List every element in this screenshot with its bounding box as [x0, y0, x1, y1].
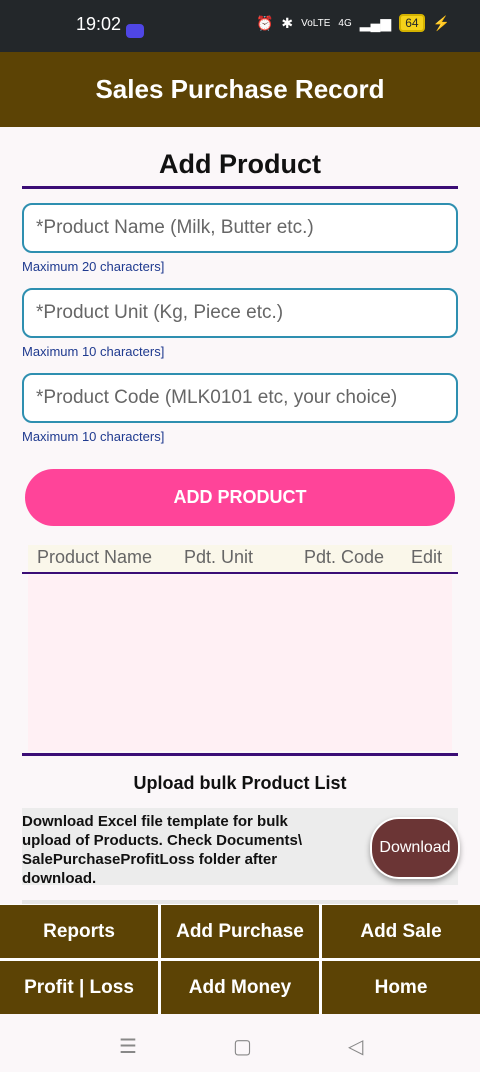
product-unit-placeholder: *Product Unit (Kg, Piece etc.) [36, 302, 284, 323]
product-code-field[interactable]: *Product Code (MLK0101 etc, your choice) [22, 373, 458, 423]
table-header-divider [22, 572, 458, 574]
upload-title: Upload bulk Product List [133, 773, 347, 793]
download-description: Download Excel file template for bulk up… [22, 813, 303, 887]
product-table-body[interactable] [28, 575, 452, 751]
system-navigation-bar: ☰ ▢ ◁ [0, 1014, 480, 1072]
menu-icon[interactable]: ☰ [119, 1034, 137, 1059]
status-icons: ⏰ ✱ VoLTE 4G ▂▄▆ 64 ⚡ [256, 14, 450, 32]
charging-icon: ⚡ [432, 14, 450, 31]
status-time: 19:02 [76, 14, 122, 34]
nav-add-sale-button[interactable]: Add Sale [322, 905, 480, 958]
alarm-icon: ⏰ [255, 14, 274, 31]
product-name-hint: Maximum 20 characters] [22, 259, 165, 274]
product-name-field[interactable]: *Product Name (Milk, Butter etc.) [22, 203, 458, 253]
nav-profit-loss-button[interactable]: Profit | Loss [0, 961, 158, 1014]
notification-app-icon [126, 24, 144, 38]
title-divider [22, 186, 458, 189]
column-edit: Edit [411, 547, 443, 567]
battery-indicator: 64 [399, 14, 425, 32]
app-bar: Sales Purchase Record [0, 52, 480, 127]
column-product-name: Product Name [37, 547, 153, 567]
add-product-button[interactable]: ADD PRODUCT [25, 469, 455, 526]
nav-add-purchase-button[interactable]: Add Purchase [161, 905, 319, 958]
product-unit-hint: Maximum 10 characters] [22, 344, 165, 359]
product-name-placeholder: *Product Name (Milk, Butter etc.) [36, 217, 314, 238]
network-label: 4G [338, 17, 352, 29]
bluetooth-icon: ✱ [281, 14, 294, 31]
bottom-nav: Reports Add Purchase Add Sale Profit | L… [0, 904, 480, 1014]
signal-icon: ▂▄▆ [359, 14, 392, 31]
nav-reports-button[interactable]: Reports [0, 905, 158, 958]
page-title: Add Product [159, 149, 321, 179]
download-template-card: Download Excel file template for bulk up… [22, 808, 460, 887]
product-unit-field[interactable]: *Product Unit (Kg, Piece etc.) [22, 288, 458, 338]
main-content: Add Product *Product Name (Milk, Butter … [0, 127, 480, 906]
product-code-hint: Maximum 10 characters] [22, 429, 165, 444]
product-code-placeholder: *Product Code (MLK0101 etc, your choice) [36, 387, 398, 408]
back-triangle-icon[interactable]: ◁ [348, 1034, 363, 1059]
column-product-code: Pdt. Code [304, 547, 385, 567]
nav-home-button[interactable]: Home [322, 961, 480, 1014]
column-product-unit: Pdt. Unit [184, 547, 254, 567]
home-square-icon[interactable]: ▢ [233, 1034, 252, 1059]
status-bar: 19:02 ⏰ ✱ VoLTE 4G ▂▄▆ 64 ⚡ [0, 0, 480, 52]
download-button[interactable]: Download [370, 817, 460, 879]
product-table-header: Product Name Pdt. Unit Pdt. Code Edit [28, 545, 452, 573]
nav-add-money-button[interactable]: Add Money [161, 961, 319, 1014]
table-bottom-divider [22, 753, 458, 756]
app-title: Sales Purchase Record [95, 74, 385, 104]
volte-label: VoLTE [301, 17, 331, 29]
